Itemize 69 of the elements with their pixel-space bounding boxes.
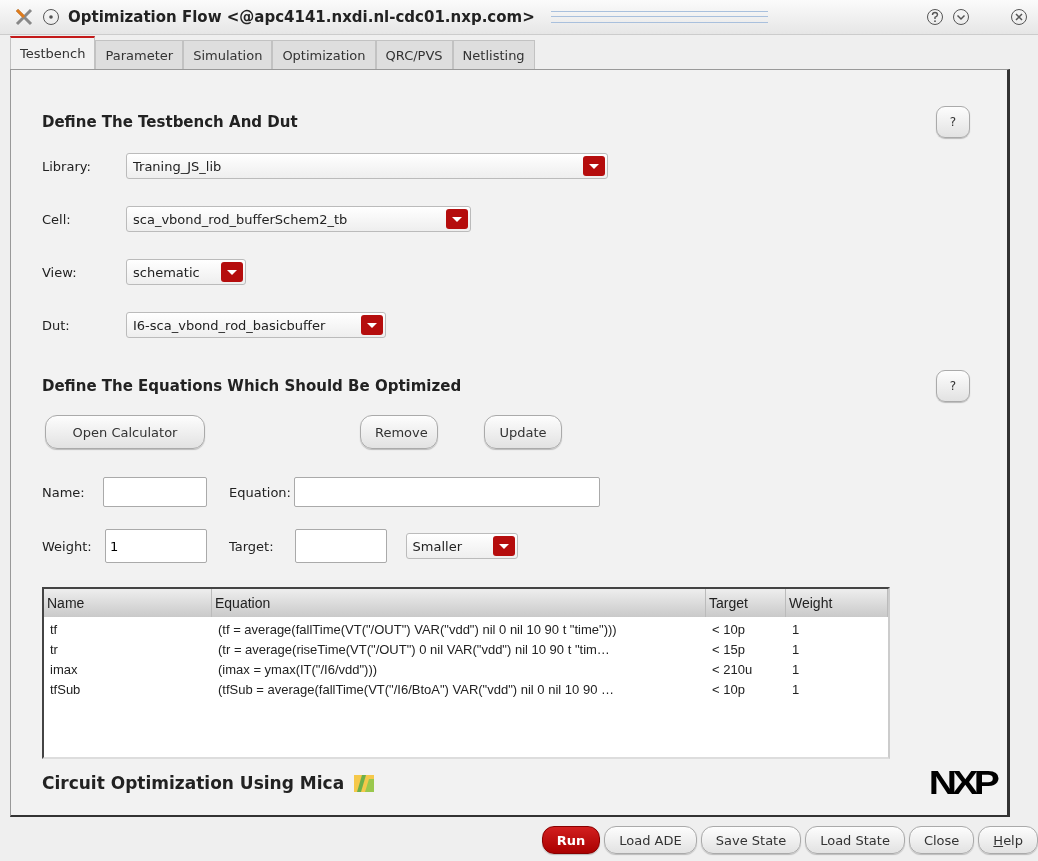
dialog-button[interactable]: Load ADE bbox=[604, 826, 697, 854]
table-cell-text: 1 bbox=[791, 640, 801, 659]
section-title: Define The Equations Which Should Be Optimized bbox=[42, 377, 462, 395]
field-label: Name: bbox=[42, 484, 86, 500]
dialog-button[interactable]: Run bbox=[541, 826, 601, 854]
table-cell-text: tfSub bbox=[49, 680, 82, 699]
update-button[interactable]: Update bbox=[484, 415, 562, 449]
dialog-button[interactable]: Load State bbox=[805, 826, 905, 854]
table-cell-text: (tfSub = average(fallTime(VT("/I6/BtoA") VAR("vdd") nil 0 nil 10 90 … bbox=[217, 680, 615, 699]
tab[interactable]: Netlisting bbox=[452, 40, 535, 69]
caret-icon bbox=[361, 315, 383, 335]
tab[interactable]: Optimization bbox=[272, 40, 376, 69]
caret-icon bbox=[492, 536, 515, 556]
column-header: Name bbox=[44, 589, 212, 617]
field-label: Cell: bbox=[42, 211, 72, 227]
table-cell-text: (tr = average(riseTime(VT("/OUT") 0 nil VAR("vdd") nil 10 90 t "tim… bbox=[217, 640, 611, 659]
column-header: Equation bbox=[212, 589, 706, 617]
field-label: Library: bbox=[42, 158, 92, 174]
help-button[interactable]: ? bbox=[936, 106, 970, 138]
tab[interactable]: Testbench bbox=[10, 36, 96, 69]
dropdown[interactable]: sca_vbond_rod_bufferSchem2_tb bbox=[126, 206, 471, 232]
field-label: Dut: bbox=[42, 317, 71, 333]
tab[interactable]: QRC/PVS bbox=[375, 40, 453, 69]
dropdown[interactable]: Traning_JS_lib bbox=[126, 153, 608, 179]
table-cell-text: < 10p bbox=[711, 620, 746, 639]
equation-field[interactable] bbox=[293, 477, 600, 507]
field-label: Target: bbox=[229, 538, 274, 554]
column-header: Target bbox=[706, 589, 786, 617]
caret-icon bbox=[446, 209, 468, 229]
name-field[interactable] bbox=[103, 477, 207, 507]
caret-icon bbox=[583, 156, 605, 176]
section-title: Define The Testbench And Dut bbox=[42, 113, 298, 131]
dropdown[interactable]: Smaller bbox=[405, 533, 518, 559]
footer-title: Circuit Optimization Using Mica bbox=[42, 772, 345, 793]
close-icon[interactable] bbox=[1010, 8, 1028, 26]
table-cell-text: tr bbox=[49, 640, 59, 659]
table-cell-text: tf bbox=[49, 620, 59, 639]
window-title: Optimization Flow <@apc4141.nxdi.nl-cdc01.nxp.com> bbox=[68, 8, 535, 26]
table-cell-text: 1 bbox=[791, 680, 801, 699]
target-field[interactable] bbox=[294, 529, 387, 563]
caret-icon bbox=[221, 262, 243, 282]
open-calculator-button[interactable]: Open Calculator bbox=[45, 415, 205, 449]
weight-field[interactable]: 1 bbox=[105, 529, 207, 563]
column-header: Weight bbox=[786, 589, 888, 617]
table-cell-text: (imax = ymax(IT("/I6/vdd"))) bbox=[217, 660, 379, 679]
tab[interactable]: Parameter bbox=[95, 40, 184, 69]
tab[interactable]: Simulation bbox=[183, 40, 273, 69]
table-cell-text: (tf = average(fallTime(VT("/OUT") VAR("vdd") nil 0 nil 10 90 t "time"))) bbox=[217, 620, 618, 639]
company-logo: NXP bbox=[928, 763, 996, 802]
table-cell-text: < 210u bbox=[711, 660, 754, 679]
table-cell-text: < 15p bbox=[711, 640, 746, 659]
app-logo-icon bbox=[14, 7, 34, 27]
field-label: Weight: bbox=[42, 538, 93, 554]
app-logo-icon bbox=[354, 772, 377, 793]
dialog-button[interactable]: Close bbox=[908, 826, 975, 854]
dropdown[interactable]: I6-sca_vbond_rod_basicbuffer bbox=[126, 312, 386, 338]
dialog-button[interactable]: Help bbox=[978, 826, 1038, 854]
field-label: View: bbox=[42, 264, 78, 280]
table-cell-text: < 10p bbox=[711, 680, 746, 699]
dialog-button[interactable]: Save State bbox=[700, 826, 802, 854]
help-icon[interactable] bbox=[926, 8, 944, 26]
table-cell-text: 1 bbox=[791, 660, 801, 679]
field-label: Equation: bbox=[229, 484, 291, 500]
remove-button[interactable]: Remove bbox=[360, 415, 438, 449]
help-button[interactable]: ? bbox=[936, 370, 970, 402]
table-cell-text: 1 bbox=[791, 620, 801, 639]
dropdown[interactable]: schematic bbox=[126, 259, 246, 285]
minimize-icon[interactable] bbox=[952, 8, 970, 26]
table-cell-text: imax bbox=[49, 660, 79, 679]
